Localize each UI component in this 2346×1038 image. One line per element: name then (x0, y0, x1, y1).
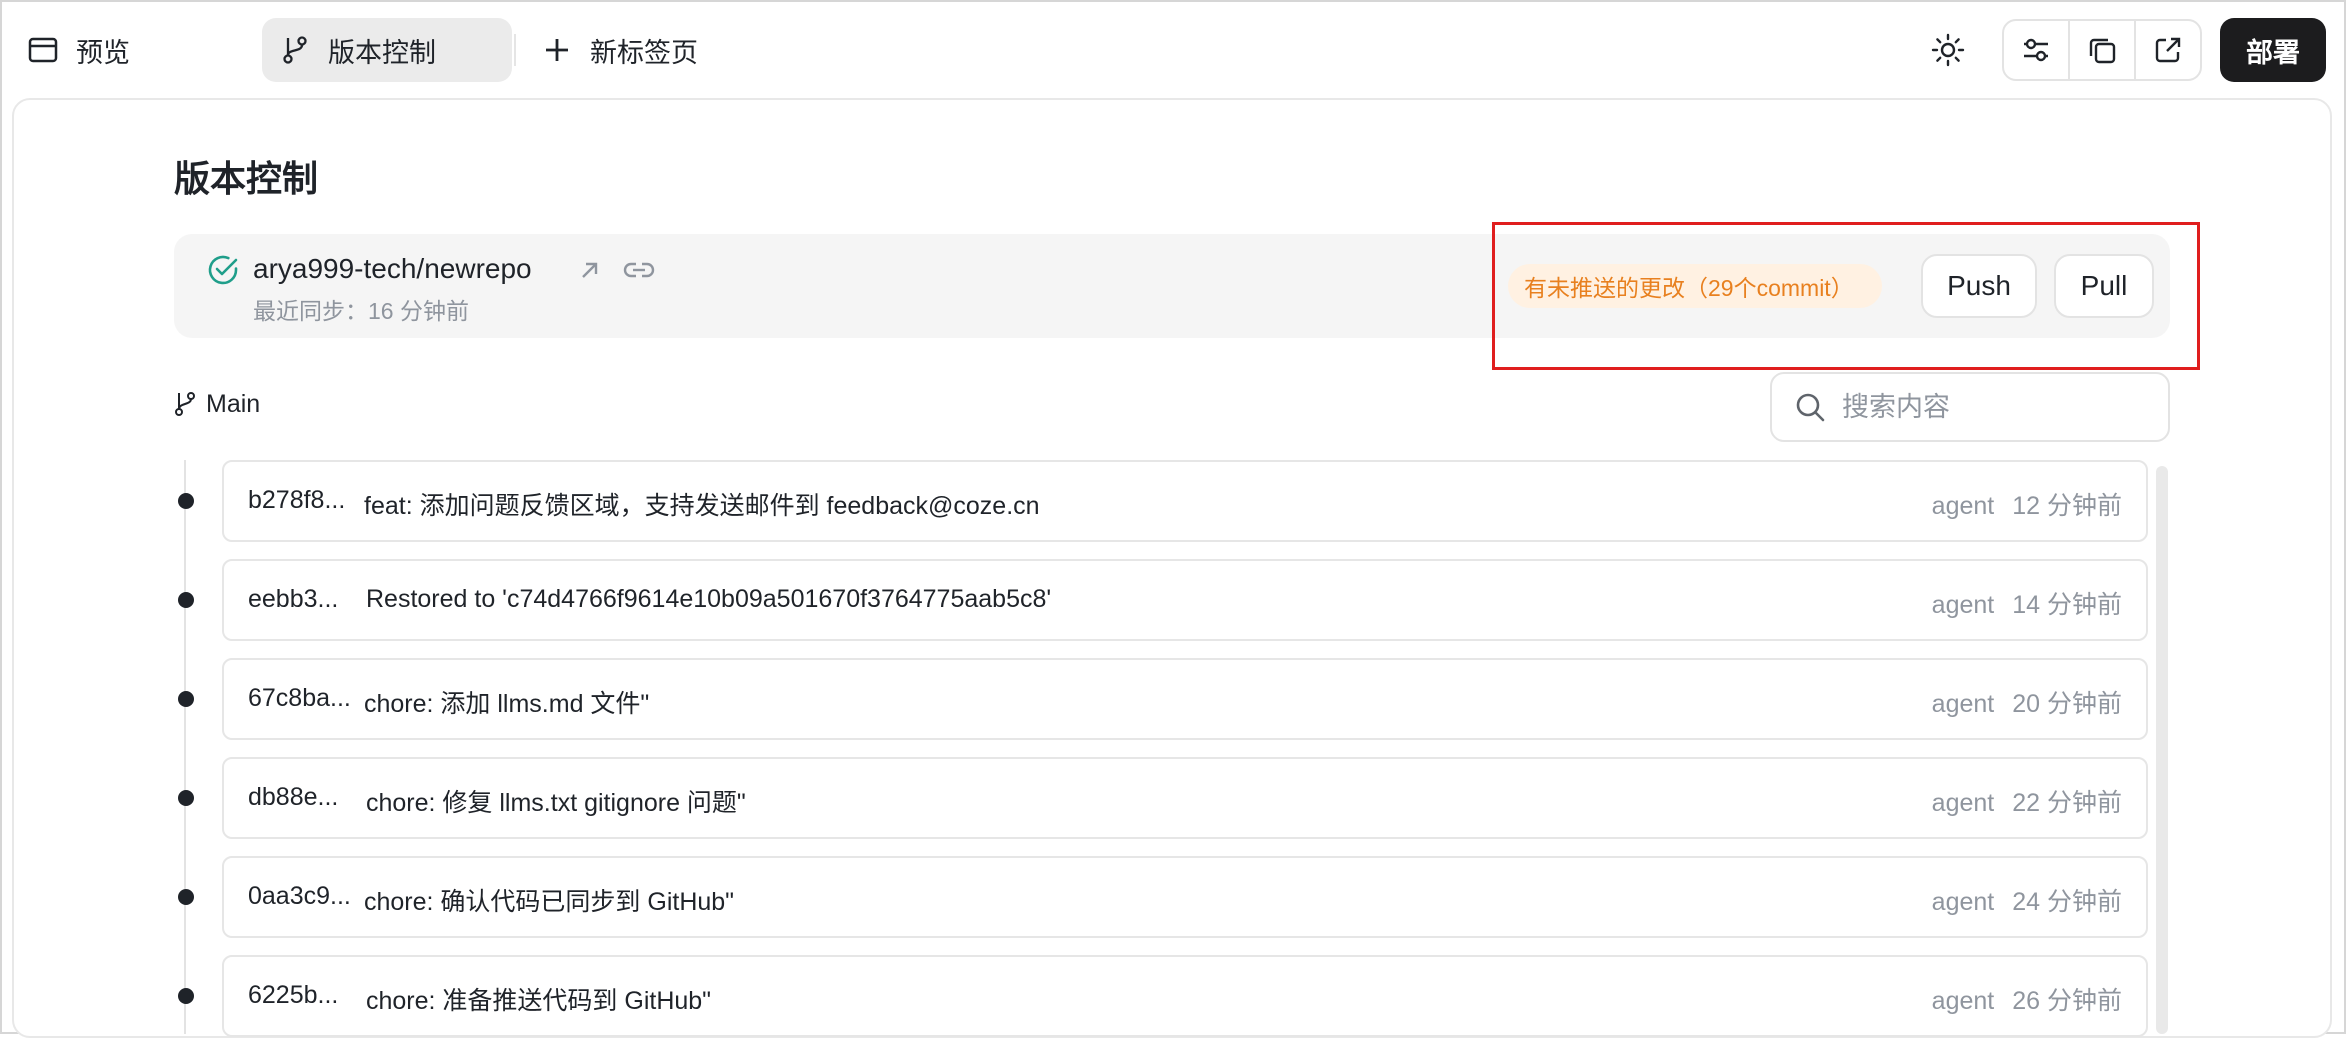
commit-author: agent (1931, 987, 1995, 1015)
search-icon (1794, 391, 1826, 423)
commit-message: chore: 添加 llms.md 文件" (364, 690, 650, 718)
commit-meta: agent 26 分钟前 (1932, 981, 2122, 1017)
branch-icon (278, 33, 312, 67)
commit-timeline (184, 460, 186, 1034)
commit-message: chore: 准备推送代码到 GitHub" (366, 987, 712, 1015)
arrow-up-right-icon[interactable] (576, 256, 604, 284)
tab-divider (514, 34, 516, 66)
settings-sliders-icon[interactable] (2004, 21, 2070, 79)
last-sync-text: 最近同步：16 分钟前 (253, 298, 469, 324)
commit-dot (178, 988, 194, 1004)
repo-name[interactable]: arya999-tech/newrepo (253, 253, 532, 285)
commit-author: agent (1931, 690, 1995, 718)
branch-icon (174, 391, 198, 419)
tab-new-label: 新标签页 (590, 37, 698, 68)
commit-meta: agent 12 分钟前 (1932, 486, 2122, 522)
commit-row[interactable]: 6225b... chore: 准备推送代码到 GitHub" agent 26 … (222, 955, 2148, 1037)
commit-time: 20 分钟前 (2012, 690, 2122, 718)
commit-hash: b278f8... (248, 486, 346, 514)
commit-row[interactable]: db88e... chore: 修复 llms.txt gitignore 问题… (222, 757, 2148, 839)
tab-preview-label: 预览 (76, 37, 130, 68)
commit-message: chore: 确认代码已同步到 GitHub" (364, 888, 735, 916)
commit-hash: 67c8ba... (248, 684, 351, 712)
open-external-icon[interactable] (2136, 21, 2200, 79)
tab-version-control-label: 版本控制 (328, 37, 436, 68)
commit-author: agent (1931, 789, 1995, 817)
top-bar: 预览 版本控制 新标签页 部署 (0, 0, 2346, 100)
commit-dot (178, 790, 194, 806)
commit-message: feat: 添加问题反馈区域，支持发送邮件到 feedback@coze.cn (364, 492, 1040, 520)
tab-preview[interactable]: 预览 (26, 18, 130, 82)
scrollbar[interactable] (2156, 466, 2168, 1034)
commit-hash: db88e... (248, 783, 339, 811)
page-title: 版本控制 (174, 158, 319, 199)
commit-hash: eebb3... (248, 585, 339, 613)
theme-toggle-sun-icon[interactable] (1928, 30, 1968, 70)
commit-time: 12 分钟前 (2012, 492, 2122, 520)
commit-time: 22 分钟前 (2012, 789, 2122, 817)
tab-version-control[interactable]: 版本控制 (262, 18, 512, 82)
branch-selector[interactable]: Main (174, 390, 260, 419)
commit-hash: 6225b... (248, 981, 339, 1009)
commit-dot (178, 889, 194, 905)
commit-message: chore: 修复 llms.txt gitignore 问题" (366, 789, 746, 817)
search-box (1770, 372, 2170, 442)
highlight-box (1492, 222, 2200, 370)
commit-row[interactable]: eebb3... Restored to 'c74d4766f9614e10b0… (222, 559, 2148, 641)
link-icon[interactable] (622, 256, 656, 284)
commit-meta: agent 22 分钟前 (1932, 783, 2122, 819)
toolbar-icon-group (2002, 19, 2202, 81)
commit-dot (178, 592, 194, 608)
commit-author: agent (1931, 492, 1995, 520)
commit-message: Restored to 'c74d4766f9614e10b09a501670f… (366, 585, 1052, 613)
commit-meta: agent 14 分钟前 (1932, 585, 2122, 621)
plus-icon (540, 33, 574, 67)
commit-author: agent (1931, 591, 1995, 619)
commit-meta: agent 20 分钟前 (1932, 684, 2122, 720)
commit-dot (178, 691, 194, 707)
commit-meta: agent 24 分钟前 (1932, 882, 2122, 918)
window-icon (26, 33, 60, 67)
commit-dot (178, 493, 194, 509)
commit-hash: 0aa3c9... (248, 882, 351, 910)
commit-row[interactable]: 0aa3c9... chore: 确认代码已同步到 GitHub" agent 2… (222, 856, 2148, 938)
search-input[interactable] (1842, 391, 2142, 423)
commit-author: agent (1931, 888, 1995, 916)
deploy-button[interactable]: 部署 (2220, 18, 2326, 82)
commit-time: 14 分钟前 (2012, 591, 2122, 619)
commit-row[interactable]: 67c8ba... chore: 添加 llms.md 文件" agent 20 … (222, 658, 2148, 740)
tab-new[interactable]: 新标签页 (540, 18, 698, 82)
check-circle-icon (206, 253, 240, 287)
commit-time: 26 分钟前 (2012, 987, 2122, 1015)
copy-icon[interactable] (2070, 21, 2136, 79)
commit-row[interactable]: b278f8... feat: 添加问题反馈区域，支持发送邮件到 feedbac… (222, 460, 2148, 542)
commit-time: 24 分钟前 (2012, 888, 2122, 916)
branch-name: Main (206, 390, 261, 418)
